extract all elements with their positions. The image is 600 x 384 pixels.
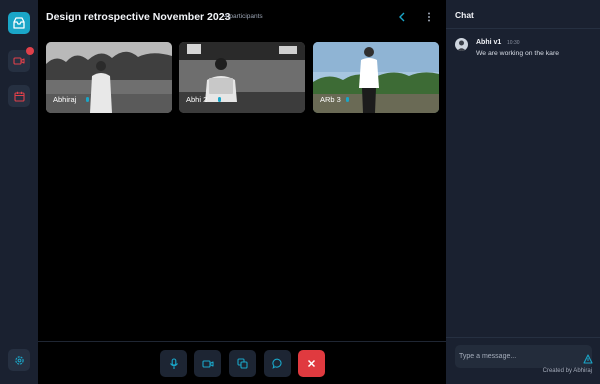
left-sidebar: [0, 0, 38, 384]
meeting-header: Design retrospective November 2023 4 par…: [38, 0, 446, 34]
send-button[interactable]: [583, 351, 593, 364]
screen-share-icon: [237, 358, 248, 369]
sidebar-item-meetings[interactable]: [8, 47, 34, 72]
settings-icon: [14, 355, 24, 365]
credit-text: Created by Abhiraj: [542, 368, 592, 374]
more-vertical-icon: [428, 12, 430, 22]
divider: [446, 337, 600, 338]
more-options-button[interactable]: [421, 9, 437, 25]
mute-button[interactable]: [160, 350, 187, 377]
meeting-title: Design retrospective November 2023: [46, 11, 231, 23]
notification-badge: [26, 47, 34, 55]
camera-button[interactable]: [194, 350, 221, 377]
screen-share-button[interactable]: [229, 350, 256, 377]
participant-name: Abhiraj: [53, 95, 77, 104]
app-logo-button[interactable]: [8, 12, 30, 34]
chevron-left-icon: [399, 12, 405, 22]
chat-toggle-button[interactable]: [264, 350, 291, 377]
chat-panel: Chat Abhi v1 10:30 We are working on the…: [446, 0, 600, 384]
sidebar-item-settings[interactable]: [8, 349, 30, 371]
participant-name: Abhi 2: [186, 95, 208, 104]
message-timestamp: 10:30: [507, 40, 520, 46]
participant-name: ARb 3: [320, 95, 341, 104]
divider: [446, 28, 600, 29]
mic-icon: [346, 97, 349, 102]
message-author: Abhi v1: [476, 39, 502, 46]
mic-icon: [86, 97, 89, 102]
participant-count: 4 participants: [224, 13, 263, 20]
message-text: We are working on the kare: [476, 50, 559, 57]
mic-icon: [169, 357, 178, 369]
video-icon: [201, 359, 214, 368]
participant-tile[interactable]: ARb 3: [313, 42, 439, 113]
participant-tile[interactable]: Abhiraj: [46, 42, 172, 113]
end-call-button[interactable]: [298, 350, 325, 377]
calendar-icon: [13, 91, 25, 102]
mic-icon: [218, 97, 221, 102]
chat-bubble-icon: [272, 358, 282, 369]
call-controls: [38, 341, 446, 384]
chat-title: Chat: [455, 10, 474, 20]
logo-box-icon: [13, 17, 25, 29]
message-input[interactable]: [455, 345, 592, 368]
sidebar-item-calendar[interactable]: [8, 85, 30, 107]
collapse-button[interactable]: [394, 9, 410, 25]
send-icon: [583, 354, 593, 364]
meeting-stage: Design retrospective November 2023 4 par…: [38, 0, 446, 384]
close-icon: [307, 359, 316, 368]
participant-tile[interactable]: Abhi 2: [179, 42, 305, 113]
video-icon: [13, 57, 25, 65]
avatar: [455, 38, 468, 51]
